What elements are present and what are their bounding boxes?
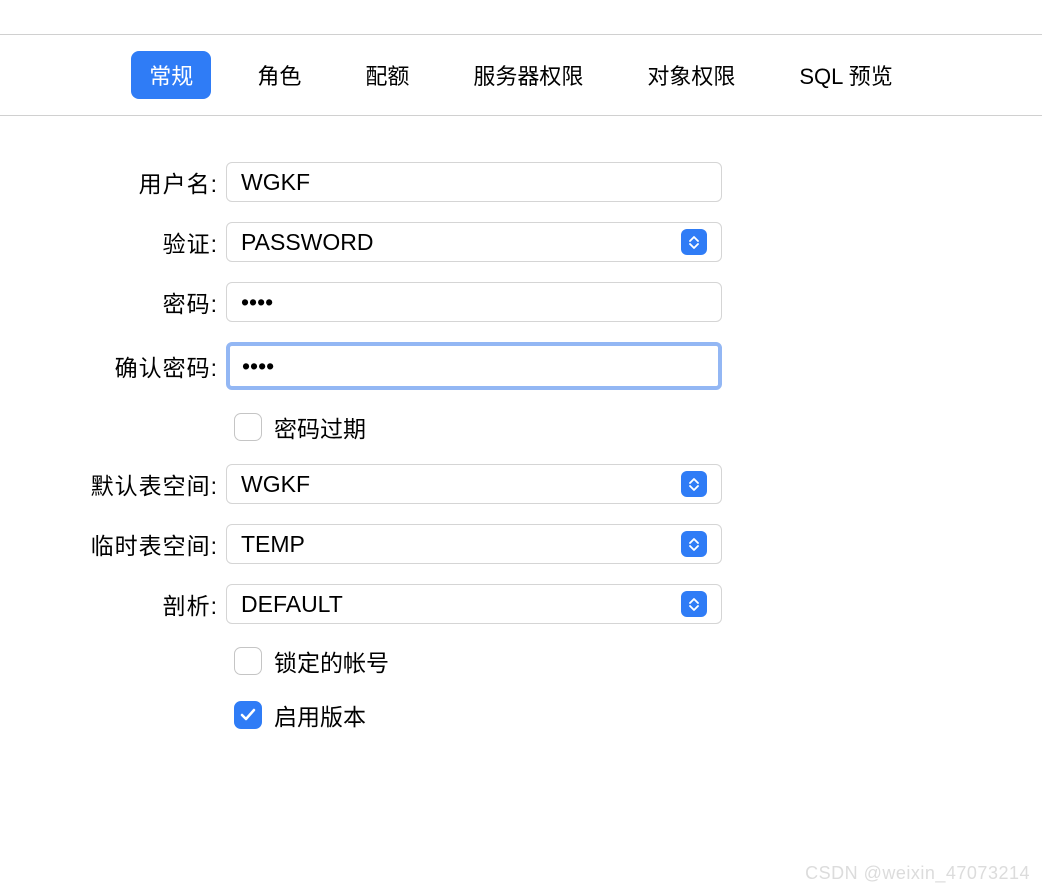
enable-versions-checkbox[interactable] [234,701,262,729]
stepper-icon [681,591,707,617]
password-label: 密码: [0,285,226,319]
password-expired-checkbox[interactable] [234,413,262,441]
password-expired-label: 密码过期 [274,410,366,444]
temp-tablespace-label: 临时表空间: [0,527,226,561]
temp-tablespace-select[interactable]: TEMP [226,524,722,564]
enable-versions-label: 启用版本 [274,698,366,732]
tab-roles[interactable]: 角色 [239,51,319,99]
general-form: 用户名: 验证: PASSWORD 密码: 确认密码: 密码过期 默认表空间: … [0,162,1042,732]
default-tablespace-value: WGKF [241,471,310,498]
tab-server-privs[interactable]: 服务器权限 [455,51,601,99]
auth-label: 验证: [0,225,226,259]
confirm-password-input[interactable] [226,342,722,390]
tab-general[interactable]: 常规 [131,51,211,99]
default-tablespace-label: 默认表空间: [0,467,226,501]
watermark: CSDN @weixin_47073214 [805,863,1030,884]
password-input[interactable] [226,282,722,322]
tab-quota[interactable]: 配额 [347,51,427,99]
tab-bar: 常规 角色 配额 服务器权限 对象权限 SQL 预览 [0,34,1042,116]
tab-object-privs[interactable]: 对象权限 [629,51,753,99]
stepper-icon [681,229,707,255]
tab-sql-preview[interactable]: SQL 预览 [781,51,910,99]
auth-value: PASSWORD [241,229,373,256]
stepper-icon [681,471,707,497]
profile-select[interactable]: DEFAULT [226,584,722,624]
profile-value: DEFAULT [241,591,343,618]
auth-select[interactable]: PASSWORD [226,222,722,262]
locked-account-label: 锁定的帐号 [274,644,389,678]
username-label: 用户名: [0,165,226,199]
username-input[interactable] [226,162,722,202]
stepper-icon [681,531,707,557]
profile-label: 剖析: [0,587,226,621]
temp-tablespace-value: TEMP [241,531,305,558]
confirm-password-label: 确认密码: [0,349,226,383]
locked-account-checkbox[interactable] [234,647,262,675]
default-tablespace-select[interactable]: WGKF [226,464,722,504]
